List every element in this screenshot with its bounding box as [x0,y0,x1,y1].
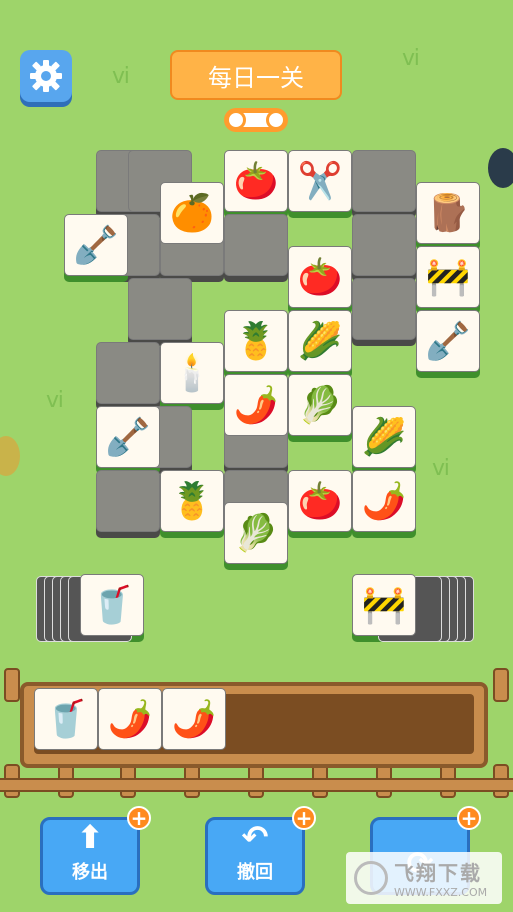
watermark: 飞翔下载 WWW.FXXZ.COM [346,852,502,904]
chili-icon: 🌶️ [352,470,416,532]
move-out-plus-badge[interactable]: + [127,806,151,830]
level-title: 每日一关 [170,50,342,100]
settings-button[interactable] [20,50,72,102]
grass-decoration: ⅵ [46,388,64,413]
cone-icon: 🚧 [352,574,416,636]
move-out-label: 移出 [72,862,108,883]
left-stack-top-tile[interactable]: 🥤 [80,574,144,644]
undo-plus-badge[interactable]: + [292,806,316,830]
right-stack-top-tile[interactable]: 🚧 [352,574,416,644]
grass-decoration: ⅵ [112,64,130,89]
watermark-main: 飞翔下载 [394,861,482,885]
bee-decoration [488,148,513,188]
board-tile[interactable]: 🍍 [160,470,224,540]
board-tile[interactable]: 🍍 [224,310,288,380]
gear-icon [30,60,62,92]
board-tile-covered [352,150,416,220]
chili-icon: 🌶️ [162,688,226,750]
tray-slot-tile: 🌶️ [162,688,226,758]
board-tile[interactable]: 🍅 [224,150,288,220]
cabbage-icon: 🥬 [224,502,288,564]
toggle-knob [226,110,286,130]
tomato-icon: 🍅 [288,470,352,532]
shovel-icon: 🪏 [416,310,480,372]
cup-icon: 🥤 [80,574,144,636]
undo-arrow-icon: ↶ [241,818,269,856]
board-tile[interactable]: 🪏 [64,214,128,284]
tray-slot-tile: 🥤 [34,688,98,758]
board-tile-covered [128,278,192,348]
stump-icon: 🪵 [416,182,480,244]
orange-icon: 🍊 [160,182,224,244]
cup-icon: 🥤 [34,688,98,750]
board-tile[interactable]: 🌽 [352,406,416,476]
level-toggle[interactable] [224,108,288,132]
flower-decoration [0,436,20,476]
scissors-icon: ✂️ [288,150,352,212]
tomato-icon: 🍅 [224,150,288,212]
chili-icon: 🌶️ [98,688,162,750]
watermark-logo-icon [354,861,388,895]
board-tile-covered [352,214,416,284]
board-tile-covered [96,342,160,412]
undo-label: 撤回 [237,862,273,883]
cone-icon: 🚧 [416,246,480,308]
fence-post [4,668,20,702]
board-tile[interactable]: 🪏 [416,310,480,380]
board-tile[interactable]: 🍊 [160,182,224,252]
chili-icon: 🌶️ [224,374,288,436]
shuffle-plus-badge[interactable]: + [457,806,481,830]
shovel-icon: 🪏 [96,406,160,468]
board-tile-covered [352,278,416,348]
grass-decoration: ⅵ [402,46,420,71]
board-tile[interactable]: 🕯️ [160,342,224,412]
pineapple-icon: 🍍 [224,310,288,372]
board-tile[interactable]: 🌶️ [224,374,288,444]
pineapple-icon: 🍍 [160,470,224,532]
undo-button[interactable]: ↶ 撤回 [205,817,305,895]
tray-slot-tile: 🌶️ [98,688,162,758]
arrow-up-icon: ⬆ [76,818,104,856]
cabbage-icon: 🥬 [288,374,352,436]
fence-post [493,668,509,702]
grass-decoration: ⅵ [432,456,450,481]
move-out-button[interactable]: ⬆ 移出 [40,817,140,895]
corn-icon: 🌽 [352,406,416,468]
board-tile-covered [96,470,160,540]
board-tile[interactable]: 🪏 [96,406,160,476]
fence-rail [0,778,513,792]
watermark-sub: WWW.FXXZ.COM [394,886,488,899]
board-tile[interactable]: 🚧 [416,246,480,316]
corn-icon: 🌽 [288,310,352,372]
candle-icon: 🕯️ [160,342,224,404]
board-tile[interactable]: 🍅 [288,470,352,540]
board-tile[interactable]: 🥬 [288,374,352,444]
board-tile-covered [224,214,288,284]
board-tile[interactable]: 🪵 [416,182,480,252]
board-tile[interactable]: 🌽 [288,310,352,380]
shovel-icon: 🪏 [64,214,128,276]
board-tile[interactable]: 🥬 [224,502,288,572]
tomato-icon: 🍅 [288,246,352,308]
board-tile[interactable]: 🌶️ [352,470,416,540]
board-tile[interactable]: 🍅 [288,246,352,316]
board-tile[interactable]: ✂️ [288,150,352,220]
